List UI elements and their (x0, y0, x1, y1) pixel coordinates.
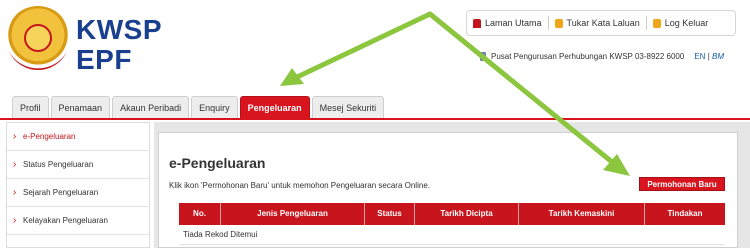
lang-bm-link[interactable]: BM (712, 52, 724, 61)
logout-label: Log Keluar (664, 18, 709, 28)
page-title: e-Pengeluaran (169, 155, 266, 171)
contact-text: Pusat Pengurusan Perhubungan KWSP 03-892… (491, 52, 685, 61)
tab-penamaan[interactable]: Penamaan (50, 96, 111, 118)
kwsp-emblem-icon (6, 6, 70, 70)
lock-icon (554, 18, 563, 28)
table-row: Tiada Rekod Ditemui (179, 225, 725, 245)
content-area: e-Pengeluaran Klik ikon 'Permohonan Baru… (154, 122, 750, 248)
tab-pengeluaran[interactable]: Pengeluaran (239, 96, 310, 118)
col-status: Status (365, 203, 415, 225)
col-tarikh-dicipta: Tarikh Dicipta (415, 203, 519, 225)
home-link[interactable]: Laman Utama (467, 16, 548, 30)
sidebar-item-status-pengeluaran[interactable]: Status Pengeluaran (7, 151, 149, 179)
intro-text: Klik ikon 'Permohonan Baru' untuk memoho… (169, 181, 430, 190)
sidebar-item-e-pengeluaran[interactable]: e-Pengeluaran (7, 123, 149, 151)
home-icon (473, 18, 481, 28)
annotation-arrow-to-tab (292, 11, 433, 81)
lang-separator: | (707, 52, 710, 61)
kwsp-logo[interactable]: KWSP EPF (4, 6, 162, 78)
logout-icon (652, 18, 661, 28)
tab-akaun-peribadi[interactable]: Akaun Peribadi (112, 96, 190, 118)
sidebar: e-Pengeluaran Status Pengeluaran Sejarah… (6, 122, 150, 248)
tab-mesej-sekuriti[interactable]: Mesej Sekuriti (311, 96, 385, 118)
lang-en-link[interactable]: EN (694, 52, 705, 61)
content-panel: e-Pengeluaran Klik ikon 'Permohonan Baru… (158, 132, 738, 248)
change-password-link[interactable]: Tukar Kata Laluan (547, 16, 646, 30)
brand-line2: EPF (76, 44, 132, 75)
contact-info: Pusat Pengurusan Perhubungan KWSP 03-892… (480, 52, 724, 61)
col-no: No. (179, 203, 221, 225)
sidebar-item-sejarah-pengeluaran[interactable]: Sejarah Pengeluaran (7, 179, 149, 207)
col-jenis: Jenis Pengeluaran (221, 203, 365, 225)
top-nav: Laman Utama Tukar Kata Laluan Log Keluar (466, 10, 736, 36)
tab-enquiry[interactable]: Enquiry (191, 96, 238, 118)
col-tindakan: Tindakan (667, 209, 703, 218)
phone-icon (480, 52, 486, 61)
logout-link[interactable]: Log Keluar (645, 16, 715, 30)
withdrawal-table: No. Jenis Pengeluaran Status Tarikh Dici… (179, 203, 725, 245)
new-application-button[interactable]: Permohonan Baru (639, 177, 725, 191)
sidebar-item-kelayakan-pengeluaran[interactable]: Kelayakan Pengeluaran (7, 207, 149, 235)
tab-profil[interactable]: Profil (12, 96, 49, 118)
table-header: No. Jenis Pengeluaran Status Tarikh Dici… (179, 203, 725, 225)
arrowhead-tab-icon (280, 68, 304, 86)
language-switch: EN | BM (694, 52, 724, 61)
home-label: Laman Utama (485, 18, 542, 28)
change-password-label: Tukar Kata Laluan (566, 18, 640, 28)
main-tabs: Profil Penamaan Akaun Peribadi Enquiry P… (12, 96, 386, 118)
tab-underline (0, 118, 750, 120)
brand-line1: KWSP (76, 14, 162, 45)
col-tarikh-kemaskini: Tarikh Kemaskini (519, 203, 645, 225)
